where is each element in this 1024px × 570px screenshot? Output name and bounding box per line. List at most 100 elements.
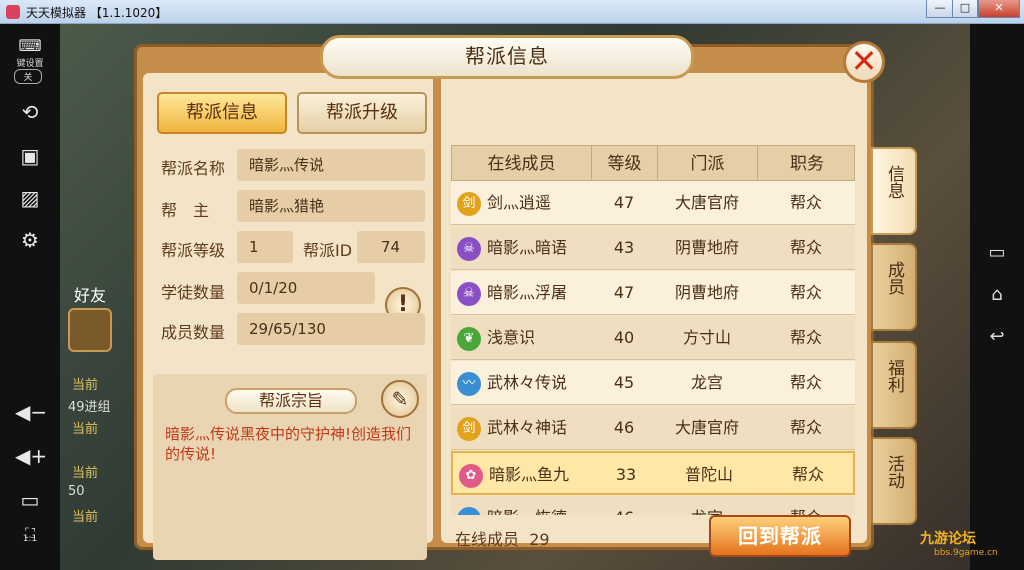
member-role: 帮众: [789, 193, 822, 212]
member-name: 暗影灬浮屠: [487, 283, 568, 302]
settings-gear-icon[interactable]: ⚙: [15, 228, 45, 252]
member-name: 浅意识: [487, 328, 536, 347]
table-row[interactable]: ☠ 暗影灬暗语 43 阴曹地府 帮众: [451, 226, 855, 270]
image-share-icon[interactable]: ▨: [15, 186, 45, 210]
home-icon[interactable]: ⌂: [982, 284, 1012, 305]
member-role: 帮众: [791, 465, 824, 484]
member-name: 武林々传说: [487, 373, 568, 392]
close-window-button[interactable]: ✕: [978, 0, 1020, 18]
side-tab-welfare[interactable]: 福利: [871, 341, 917, 429]
screenshot-icon[interactable]: ▣: [15, 144, 45, 168]
guild-motto-title: 帮派宗旨: [225, 388, 357, 414]
member-rows[interactable]: 剑剑灬逍遥 47 大唐官府 帮众 ☠ 暗影灬暗语 43 阴曹地府 帮众 ☠ 暗影灬浮屠 47 阴曹地府帮…: [451, 181, 855, 515]
online-member-count: 在线成员 29: [455, 526, 550, 550]
game-viewport: 好友 当前 49进组 当前 当前 50 当前 帮派信息 ✕ 帮派信息 帮派升级 …: [60, 24, 970, 570]
member-level: 40: [613, 328, 635, 347]
chat-line: 当前: [72, 422, 99, 437]
app-logo-icon: [6, 5, 20, 19]
side-tab-info[interactable]: 信息: [871, 147, 917, 235]
member-level: 47: [613, 283, 635, 302]
guild-id-value: 74: [357, 231, 425, 263]
online-member-value: 29: [529, 530, 550, 549]
member-school: 方寸山: [682, 328, 731, 347]
side-tab-label: 福利: [884, 359, 904, 393]
guild-motto-box: 帮派宗旨 ✎ 暗影灬传说黑夜中的守护神!创造我们的传说!: [153, 374, 427, 560]
member-level: 43: [613, 238, 635, 257]
table-row[interactable]: 〰暗影灬恢德46龙宫帮众: [451, 496, 855, 515]
member-school: 龙宫: [657, 496, 757, 515]
header-level: 等级: [592, 146, 658, 182]
keyboard-toggle[interactable]: 关: [14, 69, 42, 84]
keyboard-shortcut-icon[interactable]: ▭: [15, 488, 45, 512]
member-role: 帮众: [757, 496, 855, 515]
table-row[interactable]: ☠ 暗影灬浮屠 47 阴曹地府 帮众: [451, 271, 855, 315]
member-school: 阴曹地府: [674, 238, 739, 257]
member-name: 武林々神话: [487, 418, 568, 437]
back-to-guild-button[interactable]: 回到帮派: [709, 515, 851, 557]
member-role: 帮众: [789, 283, 822, 302]
table-row[interactable]: 剑武林々神话 46 大唐官府 帮众: [451, 406, 855, 450]
guild-info-panel: 帮派信息 ✕ 帮派信息 帮派升级 帮派名称 暗影灬传说 帮 主 暗影灬猎艳 帮派…: [134, 35, 917, 560]
side-tab-label: 活动: [884, 455, 904, 489]
side-tab-members[interactable]: 成员: [871, 243, 917, 331]
member-level: 33: [615, 465, 637, 484]
table-row[interactable]: 剑剑灬逍遥 47 大唐官府 帮众: [451, 181, 855, 225]
emulator-title-bar: 天天模拟器 【1.1.1020】 — □ ✕: [0, 0, 1024, 24]
volume-down-icon[interactable]: ◀−: [15, 400, 47, 424]
member-role: 帮众: [789, 373, 822, 392]
recent-apps-icon[interactable]: ▭: [982, 242, 1012, 263]
member-school: 大唐官府: [674, 193, 739, 212]
member-count-value: 29/65/130: [237, 313, 425, 345]
forum-watermark-url: bbs.9game.cn: [934, 548, 998, 558]
keyboard-settings-label: 键设置: [16, 59, 44, 69]
chat-line: 当前: [72, 510, 99, 525]
window-title: 天天模拟器 【1.1.1020】: [26, 6, 168, 20]
member-role: 帮众: [789, 238, 822, 257]
member-school: 大唐官府: [674, 418, 739, 437]
guild-name-value: 暗影灬传说: [237, 149, 425, 181]
member-school: 龙宫: [690, 373, 723, 392]
guild-motto-text: 暗影灬传说黑夜中的守护神!创造我们的传说!: [165, 425, 412, 463]
tab-guild-info[interactable]: 帮派信息: [157, 92, 287, 134]
side-tab-label: 成员: [884, 261, 904, 295]
member-table: 在线成员 等级 门派 职务 剑剑灬逍遥 47 大唐官府 帮众 ☠ 暗影灬暗语 43 阴曹地府帮…: [441, 73, 867, 557]
member-name: 暗影灬暗语: [487, 238, 568, 257]
guild-name-label: 帮派名称: [161, 159, 226, 178]
table-row[interactable]: ❦ 浅意识 40 方寸山 帮众: [451, 316, 855, 360]
chat-line: 50: [68, 484, 85, 499]
emulator-right-toolbar: ▭ ⌂ ↩: [970, 24, 1024, 570]
minimize-button[interactable]: —: [926, 0, 954, 18]
side-tab-activity[interactable]: 活动: [871, 437, 917, 525]
member-table-header: 在线成员 等级 门派 职务: [451, 145, 855, 182]
keyboard-icon[interactable]: ⌨: [15, 36, 45, 55]
chat-bubble-icon[interactable]: [68, 308, 112, 352]
member-level: 46: [613, 418, 635, 437]
apprentice-count-value: 0/1/20: [237, 272, 375, 304]
edit-brush-icon[interactable]: ✎: [381, 380, 419, 418]
back-icon[interactable]: ↩: [982, 326, 1012, 347]
chat-line: 49进组: [68, 400, 111, 415]
emulator-left-toolbar: ⌨ 键设置 关 ⟲ ▣ ▨ ⚙ ◀− ◀+ ▭ ⛶ 1:1: [0, 24, 60, 570]
chat-line: 当前: [72, 466, 99, 481]
member-level: 45: [613, 373, 635, 392]
table-row[interactable]: 〰武林々传说 45 龙宫 帮众: [451, 361, 855, 405]
member-level: 46: [591, 496, 657, 515]
member-level: 47: [613, 193, 635, 212]
member-school: 阴曹地府: [674, 283, 739, 302]
friend-button-label[interactable]: 好友: [74, 282, 106, 306]
volume-up-icon[interactable]: ◀+: [15, 444, 47, 468]
member-school: 普陀山: [684, 465, 733, 484]
guild-leader-value: 暗影灬猎艳: [237, 190, 425, 222]
online-member-label: 在线成员: [455, 530, 520, 549]
tab-guild-upgrade[interactable]: 帮派升级: [297, 92, 427, 134]
maximize-button[interactable]: □: [952, 0, 978, 18]
guild-level-label: 帮派等级: [161, 241, 226, 260]
guild-level-value: 1: [237, 231, 293, 263]
guild-id-label: 帮派ID: [303, 241, 353, 260]
table-row[interactable]: ✿ 暗影灬鱼九 33 普陀山 帮众: [451, 451, 855, 495]
forum-watermark: 九游论坛: [920, 531, 976, 547]
header-online-member: 在线成员: [452, 146, 592, 182]
scale-label: 1:1: [22, 534, 38, 544]
member-count-label: 成员数量: [161, 323, 226, 342]
rotate-screen-icon[interactable]: ⟲: [15, 100, 45, 124]
